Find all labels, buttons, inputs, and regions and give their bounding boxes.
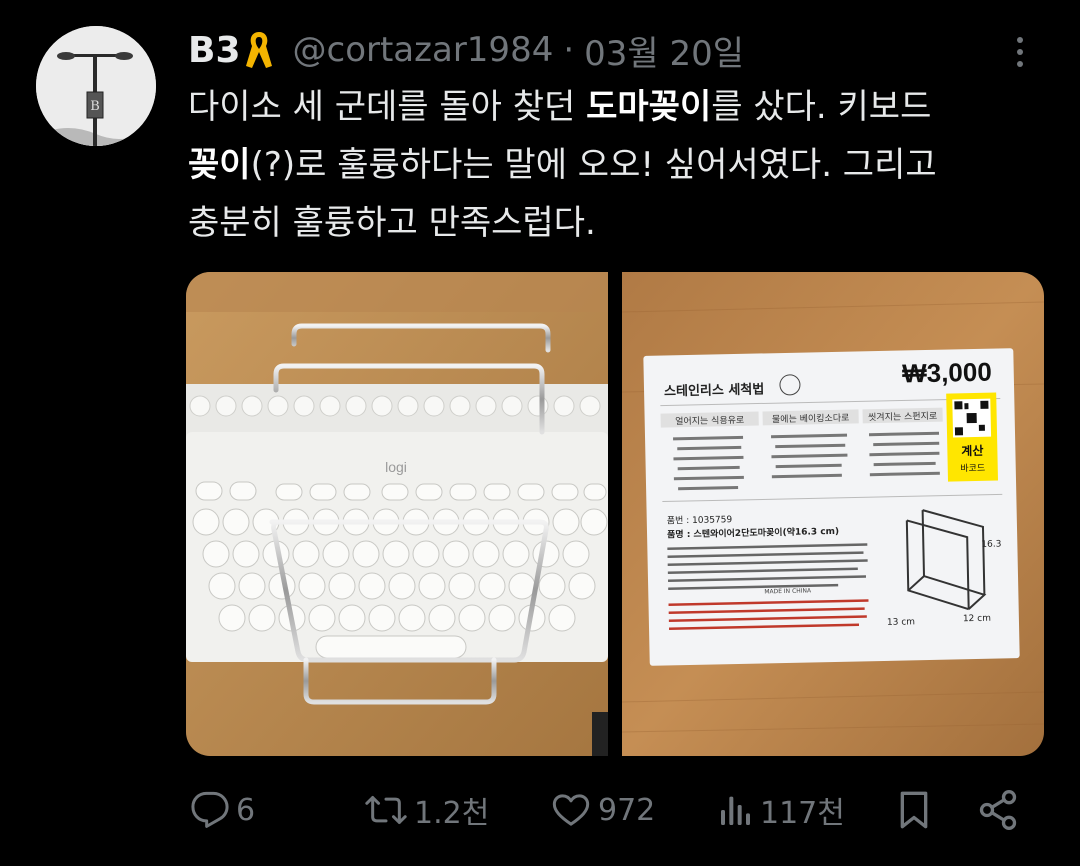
svg-text:씻겨지는 스펀지로: 씻겨지는 스펀지로 <box>868 411 937 423</box>
svg-text:12 cm: 12 cm <box>963 614 991 625</box>
reply-button[interactable]: 6 <box>190 782 255 838</box>
photo-product-label[interactable]: 스테인리스 세척법 ₩3,000 얼어지는 식용유로 물에는 베이킹소다로 씻겨… <box>622 272 1044 756</box>
product-label-photo: 스테인리스 세척법 ₩3,000 얼어지는 식용유로 물에는 베이킹소다로 씻겨… <box>622 272 1044 756</box>
action-bar: 6 1.2천 972 117천 <box>186 782 1044 838</box>
svg-text:바코드: 바코드 <box>960 463 985 475</box>
views-bar-chart-icon <box>721 796 750 825</box>
bold-text-segment: 도마꽂이 <box>586 87 712 127</box>
svg-text:스테인리스 세척법: 스테인리스 세척법 <box>664 381 765 399</box>
bookmark-button[interactable] <box>894 782 934 838</box>
tweet-card: B B3 @cortazar1984 · 03월 20일 다이소 세 군데를 돌… <box>0 0 1080 866</box>
svg-text:13 cm: 13 cm <box>887 617 915 628</box>
tweet-header: B3 @cortazar1984 · 03월 20일 <box>188 26 744 74</box>
share-button[interactable] <box>976 782 1020 838</box>
svg-text:품번 : 1035759: 품번 : 1035759 <box>667 514 733 526</box>
keyboard-with-rack-photo: logi <box>186 272 608 756</box>
svg-text:logi: logi <box>385 459 407 475</box>
svg-text:₩3,000: ₩3,000 <box>902 357 992 389</box>
photo-keyboard[interactable]: logi <box>186 272 608 756</box>
yellow-ribbon-icon <box>243 28 275 72</box>
bold-text-segment: 꽂이 <box>188 145 251 185</box>
svg-text:B: B <box>90 99 100 114</box>
tweet-date[interactable]: 03월 20일 <box>584 26 744 75</box>
svg-text:얼어지는 식용유로: 얼어지는 식용유로 <box>675 415 744 427</box>
media-grid: logi 스테인리스 세척법 ₩3,000 얼어지는 식용유로 물에는 베이킹소… <box>186 272 1044 756</box>
like-button[interactable]: 972 <box>550 782 655 838</box>
retweet-icon <box>365 796 407 824</box>
retweet-button[interactable]: 1.2천 <box>364 782 489 838</box>
separator-dot: · <box>563 30 575 70</box>
reply-icon <box>191 791 229 828</box>
retweet-count: 1.2천 <box>414 796 490 831</box>
svg-text:MADE IN CHINA: MADE IN CHINA <box>764 587 812 595</box>
svg-text:계산: 계산 <box>961 443 983 458</box>
bookmark-icon <box>900 791 928 829</box>
display-name[interactable]: B3 <box>188 30 241 71</box>
views-button[interactable]: 117천 <box>718 782 845 838</box>
reply-count: 6 <box>236 792 256 828</box>
text-segment: 를 샀다. 키보드 <box>711 87 932 127</box>
like-count: 972 <box>598 792 656 828</box>
share-icon <box>979 790 1017 830</box>
heart-icon <box>552 794 590 826</box>
text-segment: (?)로 훌륭하다는 말에 오오! 싶어서였다. 그리고 충분히 훌륭하고 만족… <box>188 145 937 243</box>
svg-text:16.3: 16.3 <box>981 539 1001 549</box>
user-handle[interactable]: @cortazar1984 <box>293 30 554 70</box>
more-options-icon[interactable] <box>1004 30 1036 74</box>
text-segment: 다이소 세 군데를 돌아 찾던 <box>188 87 587 127</box>
tweet-text: 다이소 세 군데를 돌아 찾던 도마꽂이를 샀다. 키보드 꽂이(?)로 훌륭하… <box>188 78 1038 252</box>
street-lamp-photo: B <box>36 26 156 146</box>
avatar[interactable]: B <box>36 26 156 146</box>
views-count: 117천 <box>760 796 845 831</box>
